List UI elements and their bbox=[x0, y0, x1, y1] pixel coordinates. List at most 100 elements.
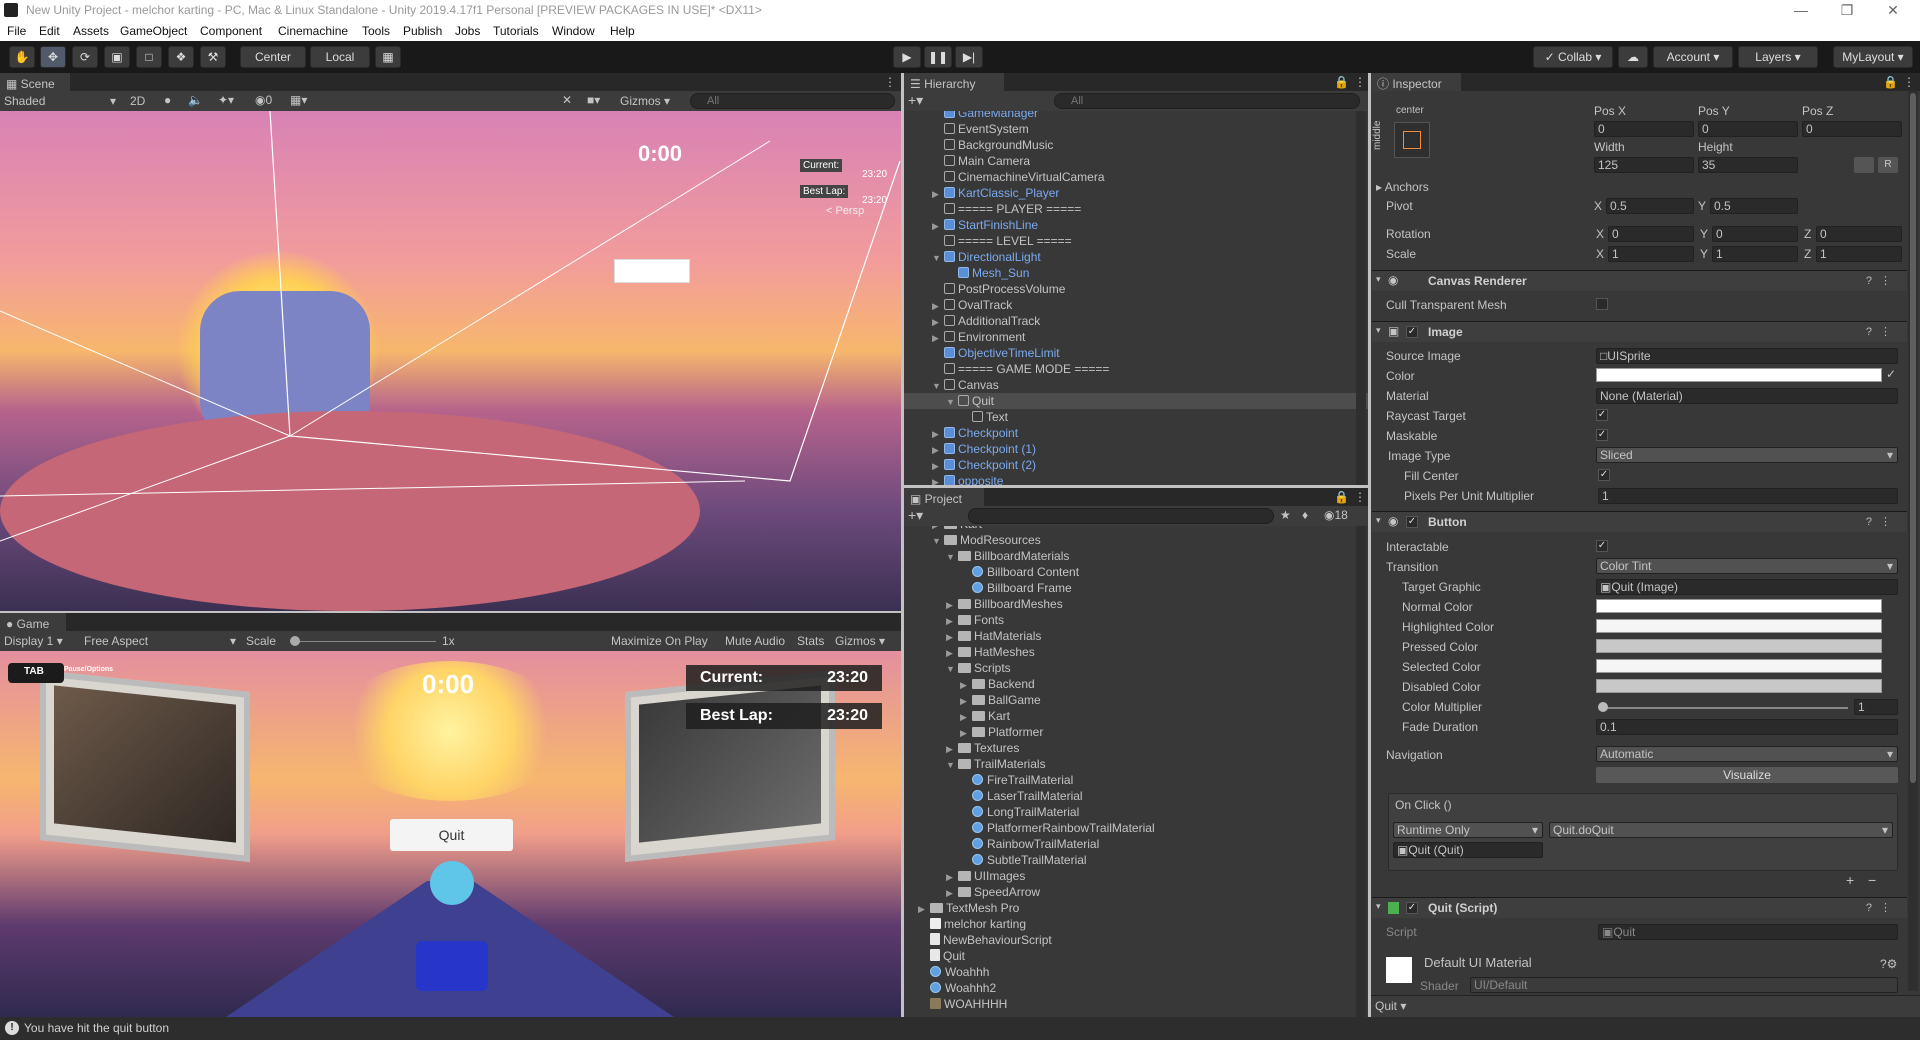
shading-dropdown[interactable]: Shaded ▾ bbox=[4, 94, 116, 108]
gizmos-dropdown[interactable]: Gizmos ▾ bbox=[620, 94, 670, 108]
disabled-color-swatch[interactable] bbox=[1596, 679, 1882, 693]
material-help-icon[interactable]: ?⚙ bbox=[1880, 957, 1897, 971]
grid-snap-icon[interactable]: ▦ bbox=[375, 46, 401, 68]
maximize-on-play-button[interactable]: Maximize On Play bbox=[611, 634, 708, 648]
menu-window[interactable]: Window bbox=[552, 24, 595, 38]
stats-button[interactable]: Stats bbox=[797, 634, 824, 648]
project-item[interactable]: ▶ BillboardMeshes bbox=[904, 596, 1063, 612]
foldout-arrow-icon[interactable]: ▾ bbox=[1376, 274, 1381, 285]
foldout-arrow-icon[interactable]: ▶ bbox=[932, 458, 944, 474]
foldout-arrow-icon[interactable]: ▶ bbox=[932, 186, 944, 202]
foldout-arrow-icon[interactable]: ▶ bbox=[946, 645, 958, 661]
fade-duration-field[interactable]: 0.1 bbox=[1596, 719, 1898, 735]
project-item[interactable]: LongTrailMaterial bbox=[904, 804, 1079, 820]
raw-edit-button[interactable]: R bbox=[1878, 157, 1898, 173]
scale-tool-icon[interactable]: ▣ bbox=[104, 46, 130, 68]
rect-tool-icon[interactable]: □ bbox=[136, 46, 162, 68]
foldout-arrow-icon[interactable]: ▶ bbox=[932, 426, 944, 442]
inspector-lock-icon[interactable]: 🔒 bbox=[1883, 75, 1898, 89]
layout-button[interactable]: MyLayout ▾ bbox=[1833, 46, 1913, 68]
menu-component[interactable]: Component bbox=[200, 24, 262, 38]
scale-slider-handle[interactable] bbox=[290, 636, 300, 646]
project-item[interactable]: ▶ Platformer bbox=[904, 724, 1043, 740]
foldout-arrow-icon[interactable]: ▶ bbox=[960, 677, 972, 693]
script-enabled-checkbox[interactable]: ✓ bbox=[1406, 902, 1418, 914]
project-item[interactable]: ▼ TrailMaterials bbox=[904, 756, 1046, 772]
foldout-arrow-icon[interactable]: ▼ bbox=[932, 250, 944, 266]
custom-tool-icon[interactable]: ⚒ bbox=[200, 46, 226, 68]
tab-hierarchy[interactable]: ☰ Hierarchy bbox=[904, 73, 1004, 91]
hierarchy-item[interactable]: ▼ DirectionalLight bbox=[904, 249, 1368, 265]
create-add-button[interactable]: +▾ bbox=[908, 92, 923, 109]
menu-edit[interactable]: Edit bbox=[39, 24, 60, 38]
project-scrollbar[interactable] bbox=[1356, 526, 1366, 1017]
image-enabled-checkbox[interactable]: ✓ bbox=[1406, 326, 1418, 338]
step-button[interactable]: ▶| bbox=[955, 46, 983, 68]
menu-tutorials[interactable]: Tutorials bbox=[493, 24, 539, 38]
menu-cinemachine[interactable]: Cinemachine bbox=[278, 24, 348, 38]
hierarchy-item[interactable]: ===== LEVEL ===== bbox=[904, 233, 1368, 249]
hierarchy-item[interactable]: ===== PLAYER ===== bbox=[904, 201, 1368, 217]
interactable-checkbox[interactable]: ✓ bbox=[1596, 540, 1608, 552]
rot-x-field[interactable]: 0 bbox=[1608, 226, 1694, 242]
hierarchy-item[interactable]: ▶ KartClassic_Player bbox=[904, 185, 1368, 201]
foldout-arrow-icon[interactable]: ▶ bbox=[932, 298, 944, 314]
footer-object-dropdown[interactable]: Quit ▾ bbox=[1375, 999, 1406, 1013]
move-tool-icon[interactable]: ✥ bbox=[40, 46, 66, 68]
script-actions-icon[interactable]: ?⋮ bbox=[1866, 901, 1899, 914]
tab-inspector[interactable]: ⓘ Inspector bbox=[1371, 73, 1461, 91]
kebab-menu-icon[interactable]: ⋮ bbox=[884, 75, 896, 89]
project-item[interactable]: ▶ UIImages bbox=[904, 868, 1025, 884]
image-header[interactable]: ▾ ▣ ✓ Image ?⋮ bbox=[1372, 321, 1907, 342]
project-item[interactable]: ▶ Kart bbox=[904, 708, 1010, 724]
multiplier-slider-handle[interactable] bbox=[1598, 702, 1608, 712]
project-item[interactable]: WOAHHHH bbox=[904, 996, 1007, 1012]
pressed-color-swatch[interactable] bbox=[1596, 639, 1882, 653]
hierarchy-item[interactable]: Text bbox=[904, 409, 1368, 425]
project-item[interactable]: ▼ ModResources bbox=[904, 532, 1041, 548]
foldout-arrow-icon[interactable]: ▶ bbox=[932, 442, 944, 458]
scene-viewport[interactable]: 0:00 Current: 23:20 Best Lap: 23:20 < Pe… bbox=[0, 111, 901, 611]
project-item[interactable]: FireTrailMaterial bbox=[904, 772, 1073, 788]
foldout-arrow-icon[interactable]: ▶ bbox=[932, 314, 944, 330]
project-item[interactable]: ▶ HatMeshes bbox=[904, 644, 1035, 660]
menu-assets[interactable]: Assets bbox=[73, 24, 109, 38]
close-icon[interactable]: ✕ bbox=[1870, 0, 1916, 22]
account-button[interactable]: Account ▾ bbox=[1653, 46, 1733, 68]
blueprint-mode-button[interactable] bbox=[1854, 157, 1874, 173]
project-item[interactable]: Woahhh bbox=[904, 964, 989, 980]
menu-gameobject[interactable]: GameObject bbox=[120, 24, 187, 38]
runtime-dropdown[interactable]: Runtime Only ▾ bbox=[1393, 822, 1543, 838]
pause-button[interactable]: ❚❚ bbox=[924, 46, 952, 68]
foldout-arrow-icon[interactable]: ▶ bbox=[960, 725, 972, 741]
shader-dropdown[interactable]: UI/Default bbox=[1470, 977, 1898, 993]
transform-tool-icon[interactable]: ❖ bbox=[168, 46, 194, 68]
rot-z-field[interactable]: 0 bbox=[1816, 226, 1902, 242]
cloud-icon[interactable]: ☁ bbox=[1618, 46, 1648, 68]
hierarchy-item[interactable]: Mesh_Sun bbox=[904, 265, 1368, 281]
foldout-arrow-icon[interactable]: ▼ bbox=[932, 533, 944, 549]
posx-field[interactable]: 0 bbox=[1594, 121, 1694, 137]
foldout-arrow-icon[interactable]: ▶ bbox=[960, 693, 972, 709]
anchor-preset-box[interactable] bbox=[1394, 122, 1430, 158]
height-field[interactable]: 35 bbox=[1698, 157, 1798, 173]
source-image-field[interactable]: □UISprite bbox=[1596, 348, 1898, 364]
aspect-dropdown[interactable]: Free Aspect ▾ bbox=[84, 634, 236, 648]
camera-icon[interactable]: ■▾ bbox=[587, 93, 600, 107]
project-item[interactable]: Quit bbox=[904, 948, 965, 964]
maskable-checkbox[interactable]: ✓ bbox=[1596, 429, 1608, 441]
hierarchy-item[interactable]: EventSystem bbox=[904, 121, 1368, 137]
toggle-2d-button[interactable]: 2D bbox=[130, 94, 145, 108]
effects-icon[interactable]: ✦▾ bbox=[218, 93, 234, 107]
visibility-icon[interactable]: ◉0 bbox=[255, 93, 272, 107]
menu-publish[interactable]: Publish bbox=[403, 24, 442, 38]
ppu-field[interactable]: 1 bbox=[1598, 488, 1898, 504]
material-field[interactable]: None (Material) bbox=[1596, 388, 1898, 404]
foldout-arrow-icon[interactable]: ▼ bbox=[946, 549, 958, 565]
quit-button[interactable]: Quit bbox=[390, 819, 513, 851]
target-graphic-field[interactable]: ▣Quit (Image) bbox=[1596, 579, 1898, 595]
light-icon[interactable]: ● bbox=[164, 93, 171, 107]
pivot-y-field[interactable]: 0.5 bbox=[1710, 198, 1798, 214]
project-item[interactable]: Woahhh2 bbox=[904, 980, 996, 996]
rotate-tool-icon[interactable]: ⟳ bbox=[72, 46, 98, 68]
